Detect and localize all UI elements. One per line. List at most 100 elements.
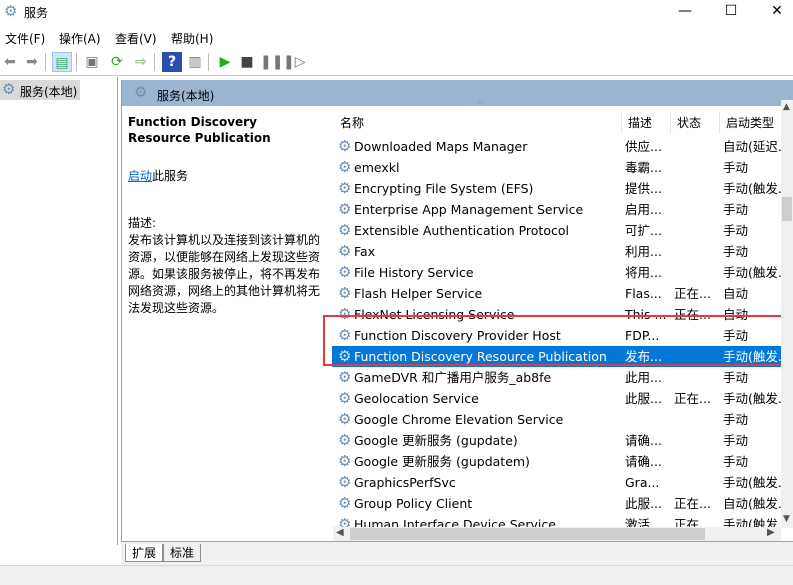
service-name: Google Chrome Elevation Service [354, 412, 564, 427]
scroll-left-icon[interactable]: ◀ [336, 527, 344, 538]
service-row[interactable]: ⚙File History Service 将用... 手动(触发... [332, 262, 782, 283]
service-startup-type: 自动(延迟... [723, 139, 782, 154]
service-name: GameDVR 和广播用户服务_ab8fe [354, 370, 552, 385]
back-icon[interactable]: ⬅ [0, 52, 20, 72]
export-list-icon[interactable]: ⇨ [131, 52, 151, 72]
view-tabs: 扩展 标准 [121, 541, 793, 565]
service-row[interactable]: ⚙ emexkl 毒霸... 手动 [332, 157, 782, 178]
services-panel: ⚙ 服务(本地) Function Discovery Resource Pub… [121, 80, 793, 545]
service-row[interactable]: ⚙ Flash Helper Service Flas... 正在... 自动 [332, 283, 782, 304]
service-description: 此服... [625, 496, 662, 511]
show-action-pane-icon[interactable]: ▥ [185, 52, 205, 72]
service-row[interactable]: ⚙ Encrypting File System (EFS) 提供... 手动(触发.… [332, 178, 782, 199]
tab-extended[interactable]: 扩展 [125, 544, 164, 562]
help-icon[interactable]: ? [162, 52, 182, 72]
scroll-up-icon[interactable]: ▲ [783, 102, 790, 112]
service-name: Extensible Authentication Protocol [354, 223, 569, 238]
service-name: Google 更新服务 (gupdatem) [354, 454, 530, 469]
service-description: Gra... [625, 475, 660, 490]
service-gear-icon: ⚙ [338, 160, 352, 175]
service-startup-type: 手动(触发... [723, 265, 782, 280]
service-description: 毒霸... [625, 160, 662, 175]
service-status: 正在... [674, 496, 711, 511]
service-row[interactable]: ⚙ Google Chrome Elevation Service 手动 [332, 409, 782, 430]
service-gear-icon: ⚙ [338, 286, 352, 301]
service-gear-icon: ⚙ [338, 496, 352, 511]
service-row[interactable]: ⚙ Enterprise App Management Service 启用... 手… [332, 199, 782, 220]
service-startup-type: 手动 [723, 454, 749, 469]
service-gear-icon: ⚙ [338, 181, 352, 196]
service-startup-type: 手动(触发... [723, 181, 782, 196]
status-bar [0, 565, 793, 585]
toolbar: ⬅ ➡ ▤ ▣ ⟳ ⇨ ? ▥ ▶ ■ ❚❚ ❚▷ [0, 48, 793, 76]
service-name: Downloaded Maps Manager [354, 139, 528, 154]
highlight-box [323, 315, 788, 366]
vertical-scrollbar[interactable]: ▲ ▼ [781, 100, 793, 528]
description-text: 发布该计算机以及连接到该计算机的资源，以便能够在网络上发现这些资源。如果该服务被… [128, 233, 321, 315]
service-row[interactable]: ⚙ Fax 利用... 手动 [332, 241, 782, 262]
service-name: File History Service [354, 265, 474, 280]
pause-service-icon[interactable]: ❚❚ [260, 52, 283, 72]
title-bar: ⚙ 服务 — ☐ ✕ [0, 0, 793, 24]
horizontal-scrollbar[interactable]: ◀ ▶ [333, 527, 781, 541]
start-service-icon[interactable]: ▶ [215, 52, 235, 72]
refresh-icon[interactable]: ⟳ [107, 52, 127, 72]
service-startup-type: 手动 [723, 244, 749, 259]
service-row[interactable]: ⚙ Extensible Authentication Protocol 可扩...… [332, 220, 782, 241]
service-startup-type: 手动 [723, 223, 749, 238]
service-name: Enterprise App Management Service [354, 202, 584, 217]
console-tree: ⚙ 服务(本地) [0, 77, 118, 545]
menu-file[interactable]: 文件(F) [5, 30, 45, 47]
panel-header-title: 服务(本地) [157, 89, 215, 103]
service-row[interactable]: ⚙ GameDVR 和广播用户服务_ab8fe 此用... 手动 [332, 367, 782, 388]
service-startup-type: 手动(触发... [723, 475, 782, 490]
menu-view[interactable]: 查看(V) [115, 30, 157, 47]
vertical-scroll-thumb[interactable] [782, 197, 792, 221]
menu-help[interactable]: 帮助(H) [171, 30, 213, 47]
description-label: 描述: [128, 216, 157, 230]
service-description: 请确... [625, 433, 662, 448]
service-row[interactable]: ⚙ Google 更新服务 (gupdatem) 请确... 手动 [332, 451, 782, 472]
service-gear-icon: ⚙ [338, 412, 352, 427]
column-header-description[interactable]: 描述 [622, 112, 671, 134]
toolbar-separator [154, 53, 155, 71]
service-description: 供应... [625, 139, 662, 154]
scroll-down-icon[interactable]: ▼ [783, 514, 790, 524]
minimize-button[interactable]: — [662, 0, 708, 24]
column-header-status[interactable]: 状态 [671, 112, 720, 134]
service-gear-icon: ⚙ [338, 139, 352, 154]
service-row[interactable]: ⚙ Google 更新服务 (gupdate) 请确... 手动 [332, 430, 782, 451]
service-name: Geolocation Service [354, 391, 479, 406]
forward-icon[interactable]: ➡ [22, 52, 42, 72]
service-startup-type: 自动 [723, 286, 749, 301]
service-row[interactable]: ⚙Group Policy Client 此服... 正在... 自动(触发... [332, 493, 782, 514]
menu-action[interactable]: 操作(A) [59, 30, 101, 47]
close-button[interactable]: ✕ [754, 0, 793, 24]
menu-bar: 文件(F) 操作(A) 查看(V) 帮助(H) [0, 26, 793, 48]
horizontal-scroll-thumb[interactable] [350, 528, 705, 540]
service-gear-icon: ⚙ [338, 475, 352, 490]
tree-item-label: 服务(本地) [20, 85, 78, 99]
service-gear-icon: ⚙ [338, 223, 352, 238]
gear-icon: ⚙ [2, 80, 16, 98]
service-row[interactable]: ⚙Geolocation Service 此服... 正在... 手动(触发... [332, 388, 782, 409]
scroll-right-icon[interactable]: ▶ [767, 527, 775, 538]
service-startup-type: 手动 [723, 370, 749, 385]
tab-standard[interactable]: 标准 [163, 544, 202, 562]
resume-service-icon[interactable]: ❚▷ [283, 52, 306, 72]
column-header-name[interactable]: 名称 [334, 112, 622, 134]
service-startup-type: 手动 [723, 160, 749, 175]
tree-item-services-local[interactable]: ⚙ 服务(本地) [0, 80, 80, 100]
service-gear-icon: ⚙ [338, 391, 352, 406]
stop-service-icon[interactable]: ■ [237, 52, 257, 72]
service-name: emexkl [354, 160, 400, 175]
properties-icon[interactable]: ▣ [82, 52, 102, 72]
service-row[interactable]: ⚙GraphicsPerfSvc Gra... 手动(触发... [332, 472, 782, 493]
show-hide-console-tree-icon[interactable]: ▤ [52, 52, 72, 72]
maximize-button[interactable]: ☐ [708, 0, 754, 24]
service-row[interactable]: ⚙Downloaded Maps Manager 供应... 自动(延迟... [332, 136, 782, 157]
service-name: Google 更新服务 (gupdate) [354, 433, 518, 448]
start-service-link[interactable]: 启动 [128, 169, 152, 183]
service-description: 请确... [625, 454, 662, 469]
column-header-startup-type[interactable]: 启动类型 [720, 112, 782, 134]
